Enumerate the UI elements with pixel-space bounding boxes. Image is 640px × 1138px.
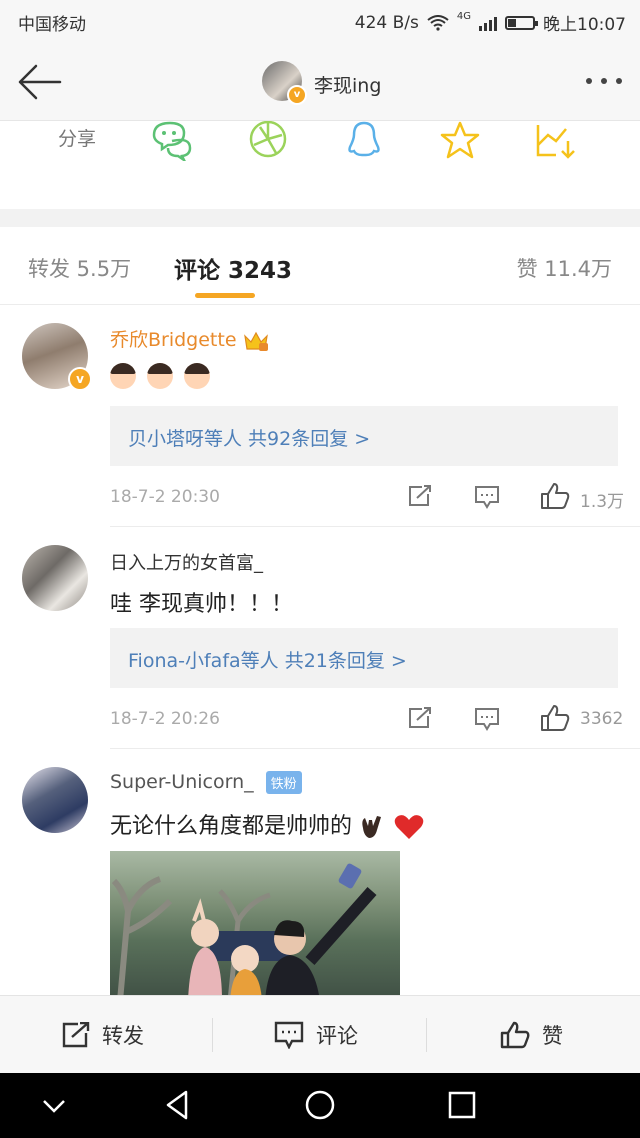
hide-nav-chevron-icon[interactable] [36,1087,72,1123]
rock-hand-emoji-icon [362,816,382,838]
author-avatar[interactable]: v [262,61,307,105]
comment-text-row: 无论什么角度都是帅帅的 [110,808,424,840]
commenter-avatar[interactable]: v [22,323,92,391]
wechat-icon[interactable] [150,121,194,161]
comment-text: 无论什么角度都是帅帅的 [110,814,353,839]
reply-summary[interactable]: Fiona-小fafa等人 共21条回复 > [110,628,618,688]
like-count: 1.3万 [580,492,625,512]
page-title[interactable]: 李现ing [314,71,381,98]
like-button[interactable]: 赞 [500,996,563,1074]
feedback-tabs: 转发 5.5万 评论 3243 赞 11.4万 [0,227,640,305]
qzone-icon[interactable] [438,121,482,161]
comment-text: 哇 李现真帅！！！ [110,592,293,617]
comment-item: Super-Unicorn_ 铁粉 无论什么角度都是帅帅的 [0,749,640,1001]
like-icon[interactable] [540,704,570,732]
back-arrow-icon[interactable] [16,62,62,102]
comment-item: v 乔欣Bridgette 贝小塔呀等人 共92条回复 > 18-7-2 20:… [0,305,640,527]
comment-icon [274,1021,304,1049]
repost-icon [62,1022,90,1048]
girl-emoji-icon [147,363,173,389]
commenter-name[interactable]: 日入上万的女首富_ [110,549,263,575]
clock: 晚上10:07 [543,15,626,35]
carrier-label: 中国移动 [18,15,86,35]
commenter-avatar[interactable] [22,767,88,833]
share-row: 分享 [0,121,640,209]
commenter-name-text: 乔欣Bridgette [110,329,237,351]
repost-label: 转发 [102,1024,144,1048]
section-divider [0,209,640,227]
commenter-name-text: Super-Unicorn_ [110,771,254,793]
comment-icon[interactable] [474,485,500,509]
red-heart-icon [394,815,424,839]
tab-reposts[interactable]: 转发 5.5万 [28,253,131,283]
repost-button[interactable]: 转发 [62,996,144,1074]
comment-label: 评论 [316,1024,358,1048]
action-separator [426,1018,427,1052]
home-circle-icon[interactable] [302,1087,338,1123]
comment-date: 18-7-2 20:26 [110,709,220,729]
comment-item: 日入上万的女首富_ 哇 李现真帅！！！ Fiona-小fafa等人 共21条回复… [0,527,640,749]
status-bar: 中国移动 424 B/s 4G 晚上10:07 [0,0,640,44]
reply-summary-text: 贝小塔呀等人 共92条回复 > [128,428,371,450]
comment-icon[interactable] [474,707,500,731]
system-nav-bar [0,1073,640,1138]
network-speed: 424 B/s [354,12,419,33]
commenter-avatar[interactable] [22,545,88,611]
bottom-action-bar: 转发 评论 赞 [0,995,640,1074]
network-type: 4G [456,11,471,22]
repost-icon[interactable] [408,707,432,729]
reply-summary-text: Fiona-小fafa等人 共21条回复 > [128,650,407,672]
signal-icon [479,15,497,31]
verified-badge-icon: v [68,367,92,391]
commenter-name[interactable]: 乔欣Bridgette [110,325,269,352]
share-label: 分享 [58,128,97,150]
battery-icon [505,15,538,30]
wifi-icon [427,14,449,31]
vip-crown-icon [243,331,268,351]
qq-icon[interactable] [342,121,386,161]
like-label: 赞 [542,1024,563,1048]
status-right: 424 B/s 4G 晚上10:07 [355,10,626,35]
reply-summary[interactable]: 贝小塔呀等人 共92条回复 > [110,406,618,466]
like-icon[interactable] [540,482,570,510]
nav-bar: v 李现ing [0,44,640,121]
verified-badge-icon: v [287,85,307,105]
active-tab-indicator [195,293,255,298]
like-icon [500,1021,530,1049]
boy-emoji-icon [184,363,210,389]
tab-likes[interactable]: 赞 11.4万 [517,253,612,283]
save-image-icon[interactable] [534,121,578,161]
comment-photo[interactable] [110,851,400,1001]
girl-emoji-icon [110,363,136,389]
fan-badge: 铁粉 [265,771,302,794]
repost-icon[interactable] [408,485,432,507]
commenter-name[interactable]: Super-Unicorn_ 铁粉 [110,771,302,794]
moments-icon[interactable] [246,121,290,161]
selfie-photo-illustration [111,863,377,1001]
action-separator [212,1018,213,1052]
more-options-icon[interactable] [586,78,622,84]
recents-square-icon[interactable] [444,1087,480,1123]
comment-emoji-row [110,363,214,389]
comment-date: 18-7-2 20:30 [110,487,220,507]
tab-comments[interactable]: 评论 3243 [174,251,292,285]
back-triangle-icon[interactable] [160,1087,196,1123]
like-count: 3362 [580,709,624,729]
comment-button[interactable]: 评论 [274,996,358,1074]
